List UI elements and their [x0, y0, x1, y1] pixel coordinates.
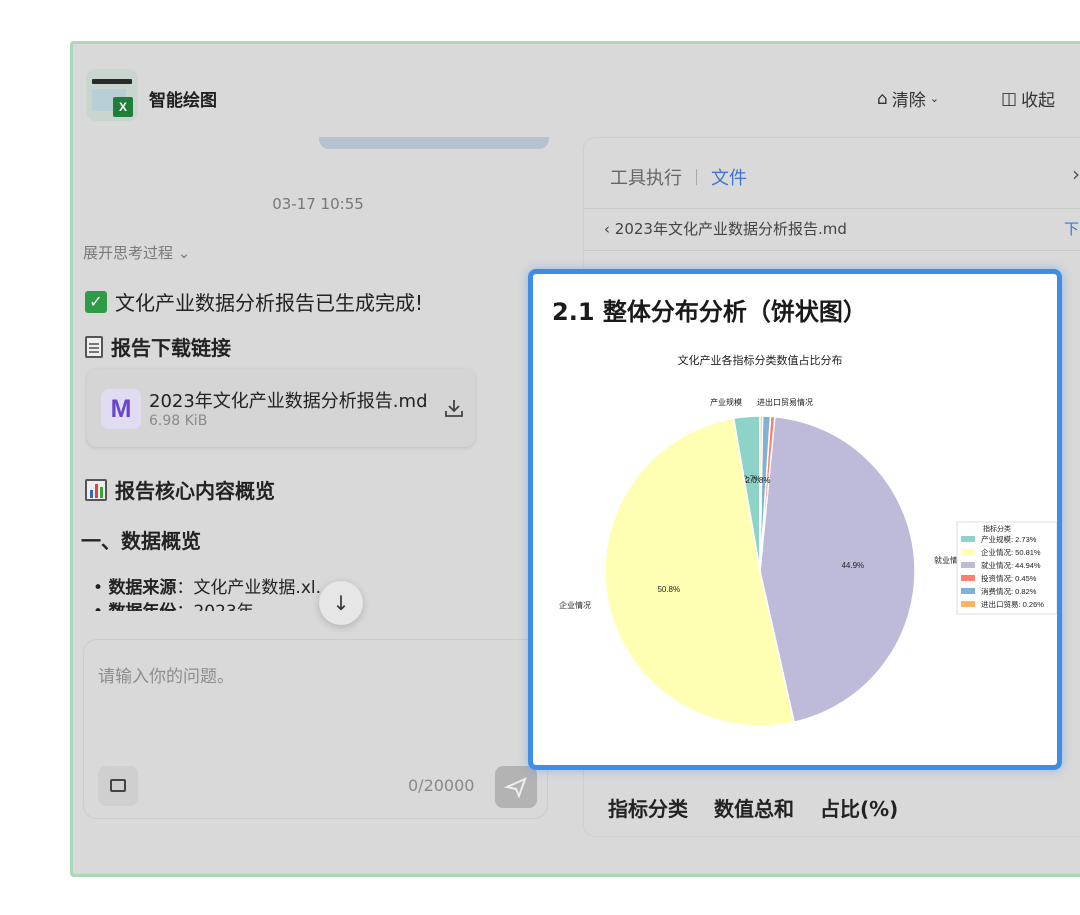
legend-entry: 投资情况: 0.45%: [981, 573, 1037, 583]
clear-label: 清除: [891, 91, 926, 111]
download-link[interactable]: 下: [1064, 218, 1079, 239]
broom-icon: ⌂: [877, 88, 888, 109]
slice-category-label: 进出口贸易情况: [757, 397, 813, 407]
chevron-right-icon[interactable]: ›: [1072, 162, 1080, 186]
legend-entry: 就业情况: 44.94%: [981, 560, 1041, 570]
breadcrumb[interactable]: ‹ 2023年文化产业数据分析报告.md: [604, 218, 847, 239]
markdown-file-icon: M: [101, 389, 141, 429]
tab-file[interactable]: 文件: [711, 164, 747, 190]
legend-entry: 企业情况: 50.81%: [981, 547, 1041, 557]
legend-entry: 消费情况: 0.82%: [981, 586, 1037, 596]
chevron-down-icon: ⌄: [929, 92, 940, 105]
collapse-label: 收起: [1021, 91, 1056, 111]
send-button[interactable]: [495, 766, 537, 808]
chart-section-heading: 2.1 整体分布分析（饼状图）: [552, 298, 867, 326]
previous-message-bubble: [319, 137, 549, 149]
table-header: 指标分类 数值总和 占比(%): [608, 793, 898, 822]
chart-title: 文化产业各指标分类数值占比分布: [678, 353, 843, 367]
panel-tabs: 工具执行 文件: [610, 164, 747, 190]
pie-slice: [759, 415, 916, 724]
excel-badge: X: [113, 97, 133, 117]
legend-swatch: [961, 562, 975, 568]
completion-message: ✓ 文化产业数据分析报告已生成完成!: [85, 287, 423, 316]
download-heading: 报告下载链接: [85, 332, 231, 361]
chat-panel: 03-17 10:55 展开思考过程 ⌄ ✓ 文化产业数据分析报告已生成完成! …: [78, 137, 572, 874]
bar-chart-icon: [85, 478, 107, 501]
scroll-down-button[interactable]: ↓: [319, 581, 363, 625]
slice-percent-label: 50.8%: [657, 585, 680, 594]
legend-swatch: [961, 601, 975, 607]
overview-heading: 报告核心内容概览: [85, 475, 275, 504]
legend-swatch: [961, 549, 975, 555]
app-header: X 智能绘图 ⌂ 清除 ⌄ ◫ 收起: [73, 44, 1080, 139]
legend-swatch: [961, 588, 975, 594]
completion-text: 文化产业数据分析报告已生成完成!: [115, 291, 424, 315]
slice-percent-label: 2.0.8%: [746, 476, 771, 485]
character-counter: 0/20000: [408, 776, 475, 795]
pie-chart: 文化产业各指标分类数值占比分布2.7%50.8%44.9%2.0.8%产业规模进…: [559, 353, 1057, 727]
divider: [584, 250, 1080, 251]
column-header: 数值总和: [714, 797, 794, 821]
tab-divider: [696, 169, 697, 185]
column-header: 占比(%): [820, 797, 899, 821]
send-icon: [503, 777, 527, 799]
file-name: 2023年文化产业数据分析报告.md: [149, 391, 428, 412]
legend-swatch: [961, 575, 975, 581]
expand-thinking-toggle[interactable]: 展开思考过程 ⌄: [83, 242, 190, 263]
collapse-button[interactable]: ◫ 收起: [1001, 86, 1056, 112]
file-size: 6.98 KiB: [149, 413, 208, 429]
legend-entry: 进出口贸易: 0.26%: [981, 599, 1044, 609]
slice-category-label: 产业规模: [710, 397, 742, 407]
chat-input-placeholder[interactable]: 请输入你的问题。: [98, 662, 234, 687]
legend-swatch: [961, 536, 975, 542]
upload-file-button[interactable]: [98, 766, 138, 806]
divider: [584, 208, 1080, 209]
slice-category-label: 企业情况: [559, 600, 591, 610]
file-card[interactable]: M 2023年文化产业数据分析报告.md 6.98 KiB: [87, 369, 475, 447]
app-title: 智能绘图: [149, 91, 217, 111]
legend-entry: 产业规模: 2.73%: [981, 534, 1037, 544]
message-timestamp: 03-17 10:55: [272, 195, 364, 213]
checkmark-icon: ✓: [85, 290, 107, 313]
column-header: 指标分类: [608, 797, 688, 821]
section-heading: 一、数据概览: [81, 529, 201, 553]
chart-preview-popup: 2.1 整体分布分析（饼状图） 文化产业各指标分类数值占比分布 2.7% 50.8%…: [528, 269, 1062, 770]
list-item: • 数据年份：2023年: [93, 597, 254, 611]
legend-title: 指标分类: [983, 524, 1011, 533]
tab-tool-execution[interactable]: 工具执行: [610, 164, 682, 190]
document-icon: [85, 335, 103, 358]
panel-icon: ◫: [1001, 88, 1018, 109]
app-logo-icon: X: [86, 69, 138, 121]
download-icon[interactable]: [443, 397, 465, 419]
clear-button[interactable]: ⌂ 清除 ⌄: [877, 86, 940, 112]
folder-icon: [110, 779, 126, 792]
chat-input-box[interactable]: 请输入你的问题。 0/20000: [83, 639, 548, 819]
list-item: • 数据来源：文化产业数据.xl...: [93, 578, 332, 598]
slice-percent-label: 44.9%: [841, 561, 864, 570]
